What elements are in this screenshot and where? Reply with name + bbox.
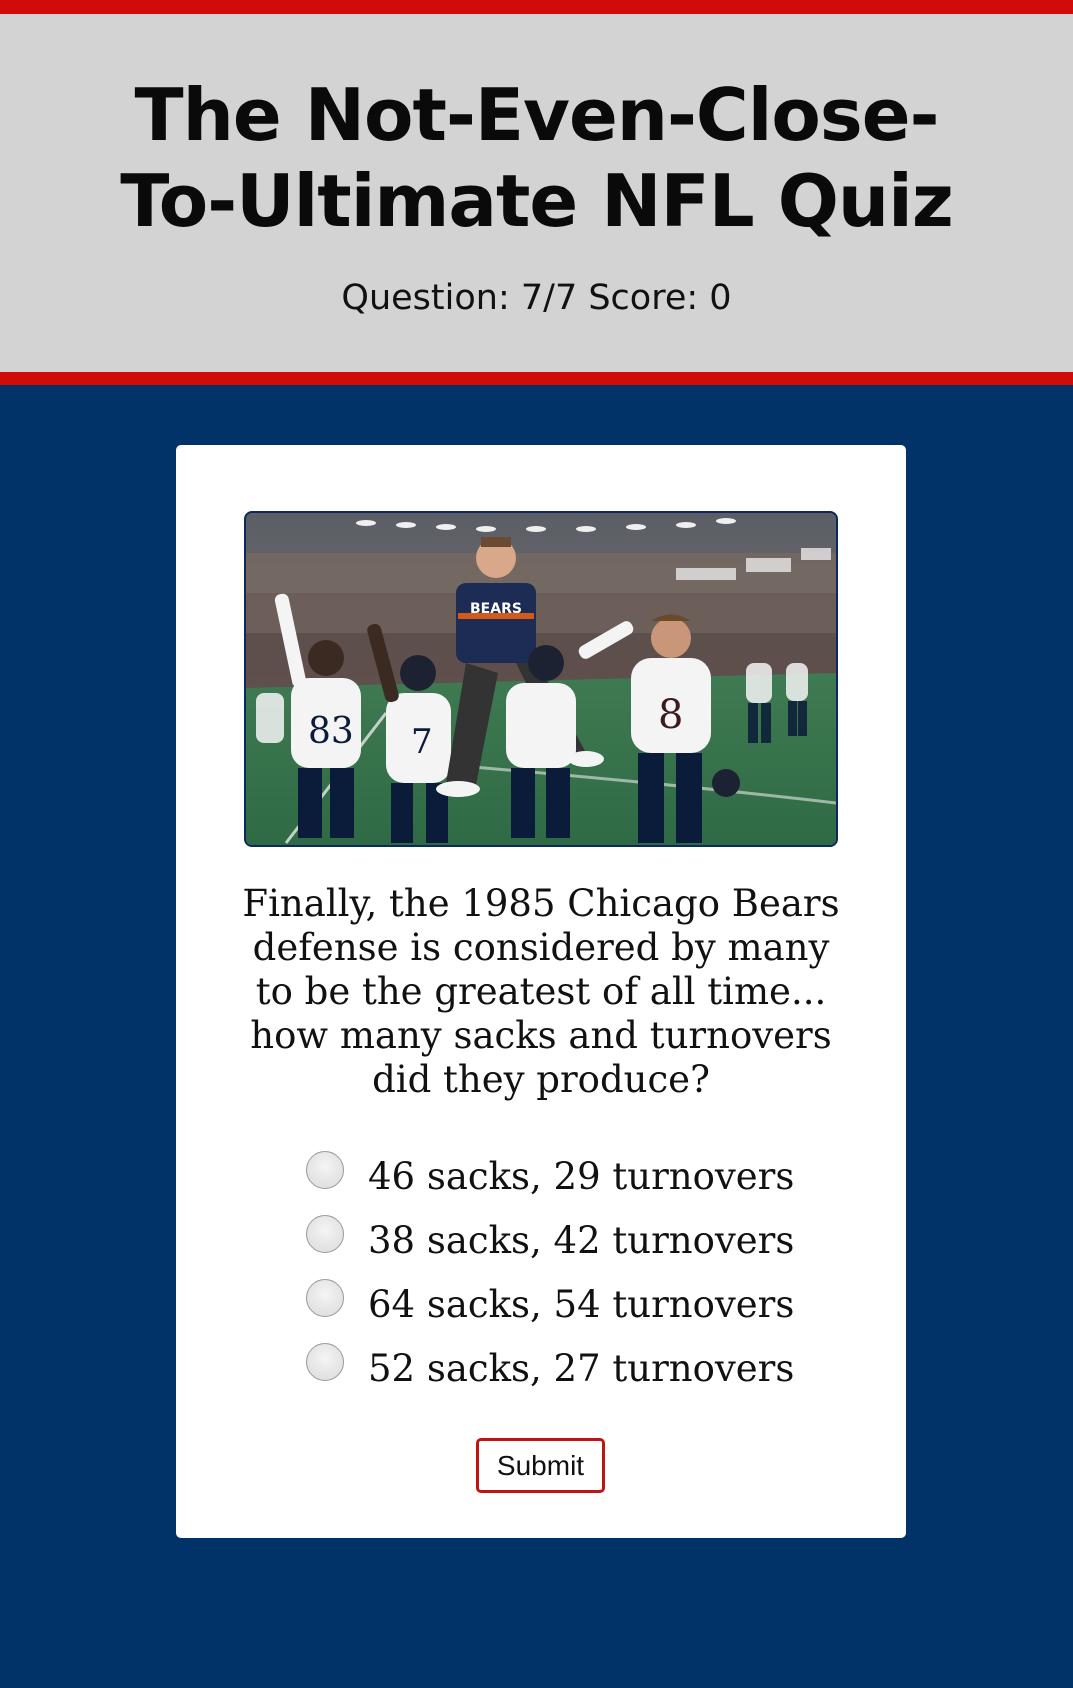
- svg-text:BEARS: BEARS: [470, 601, 522, 617]
- answer-option-3[interactable]: 64 sacks, 54 turnovers: [306, 1279, 826, 1343]
- answer-option-label: 52 sacks, 27 turnovers: [368, 1347, 795, 1390]
- answer-option-label: 38 sacks, 42 turnovers: [368, 1219, 795, 1262]
- page-title: The Not-Even-Close-To-Ultimate NFL Quiz: [120, 73, 954, 243]
- submit-button[interactable]: Submit: [476, 1438, 605, 1493]
- question-score-status: Question: 7/7 Score: 0: [341, 278, 732, 318]
- quiz-card: 83 7 BEARS 8 Finally, the 1985 Chicago B…: [176, 445, 906, 1538]
- answer-option-2[interactable]: 38 sacks, 42 turnovers: [306, 1215, 826, 1279]
- answer-option-1[interactable]: 46 sacks, 29 turnovers: [306, 1151, 826, 1215]
- svg-text:7: 7: [411, 722, 433, 762]
- radio-button[interactable]: [306, 1279, 344, 1317]
- question-text: Finally, the 1985 Chicago Bears defense …: [242, 882, 840, 1101]
- radio-button[interactable]: [306, 1151, 344, 1189]
- answer-option-label: 46 sacks, 29 turnovers: [368, 1155, 795, 1198]
- question-photo: 83 7 BEARS 8: [244, 511, 838, 847]
- svg-text:8: 8: [658, 692, 683, 738]
- radio-button[interactable]: [306, 1215, 344, 1253]
- answer-option-4[interactable]: 52 sacks, 27 turnovers: [306, 1343, 826, 1407]
- answer-options: 46 sacks, 29 turnovers 38 sacks, 42 turn…: [306, 1151, 826, 1407]
- team-celebration-photo-icon: 83 7 BEARS 8: [246, 513, 836, 845]
- svg-text:83: 83: [308, 711, 354, 752]
- quiz-header: The Not-Even-Close-To-Ultimate NFL Quiz …: [0, 0, 1073, 385]
- radio-button[interactable]: [306, 1343, 344, 1381]
- answer-option-label: 64 sacks, 54 turnovers: [368, 1283, 795, 1326]
